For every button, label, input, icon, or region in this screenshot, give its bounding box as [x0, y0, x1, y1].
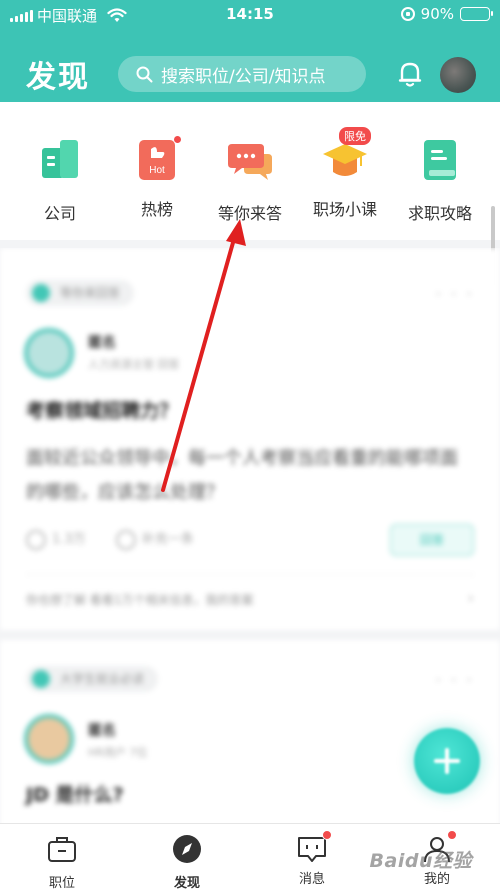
status-right: 90% [400, 5, 493, 23]
author-avatar[interactable] [24, 714, 74, 764]
app-header: 中国联通 14:15 90% 发现 搜索职位/公司/知识点 [0, 0, 500, 102]
category-answer[interactable]: 等你来答 [200, 136, 300, 224]
category-label: 热榜 [140, 200, 173, 219]
card-tag-text: 大学生就业必读 [60, 672, 145, 686]
search-icon [136, 66, 153, 82]
author-name: 匿名 [88, 335, 116, 351]
category-label: 求职攻略 [407, 204, 472, 223]
card-tag: 大学生就业必读 [26, 666, 159, 692]
status-bar: 中国联通 14:15 90% [0, 0, 500, 30]
compass-icon [173, 835, 201, 863]
graduation-cap-wrap: 限免 [321, 127, 371, 184]
author-name: 匿名 [88, 723, 116, 739]
message-icon-wrap [296, 830, 332, 864]
briefcase-icon [48, 837, 76, 862]
page-title: 发现 [26, 60, 90, 95]
tab-label: 发现 [173, 876, 200, 889]
search-placeholder: 搜索职位/公司/知识点 [161, 66, 326, 87]
unread-dot [322, 830, 332, 840]
more-options-icon[interactable]: · · · [435, 284, 474, 305]
comment-stat[interactable]: 补充一条 [115, 528, 194, 550]
answer-button[interactable]: 回答 [390, 524, 474, 556]
category-label: 职场小课 [312, 200, 377, 219]
hot-badge-text: Hot [149, 165, 165, 176]
battery-percent: 90% [420, 5, 454, 23]
chevron-right-icon: › [467, 588, 474, 607]
bell-icon[interactable] [397, 60, 423, 88]
plus-icon [434, 748, 460, 774]
comment-icon [115, 529, 136, 550]
category-job-guide[interactable]: 求职攻略 [390, 136, 490, 224]
author-avatar[interactable] [24, 328, 74, 378]
category-company[interactable]: 公司 [10, 136, 110, 224]
question-title[interactable]: 考察领域招聘力？ [26, 396, 178, 423]
comment-label: 补充一条 [141, 532, 194, 547]
notebook-icon [424, 140, 456, 180]
unread-dot [447, 830, 457, 840]
tab-messages[interactable]: 消息 [272, 830, 352, 887]
question-body[interactable]: 面较近公众领导中，每一个人考察当应看重的能哪项面的哪些，应该怎么处理？ [26, 442, 466, 510]
building-icon [42, 140, 78, 178]
tag-icon [32, 284, 50, 302]
related-hint[interactable]: 你也想了解 看看1万个相关信息，我的答案 [26, 591, 253, 608]
orientation-lock-icon [400, 7, 415, 21]
tab-discover[interactable]: 发现 [147, 834, 227, 889]
free-badge: 限免 [339, 127, 371, 145]
divider [26, 574, 474, 575]
battery-icon [460, 7, 493, 21]
watermark: Baidu经验 [369, 850, 472, 872]
tab-label: 消息 [298, 872, 325, 887]
card-tag-text: 等你来回答 [60, 286, 121, 300]
tab-jobs[interactable]: 职位 [22, 834, 102, 889]
add-post-button[interactable] [414, 728, 480, 794]
new-dot [173, 135, 182, 144]
feed-card[interactable]: 等你来回答 · · · 匿名 人力资源主管 回答 考察领域招聘力？ 面较近公众领… [0, 248, 500, 630]
category-strip: 公司 Hot 热榜 等你来答 限免 职场小课 求职攻略 [0, 102, 500, 286]
category-hot-list[interactable]: Hot 热榜 [107, 135, 207, 220]
tab-label: 职位 [48, 876, 75, 889]
author-subtitle: HR用户 7位 [88, 746, 148, 759]
like-stat[interactable]: 1.3万 [26, 528, 86, 550]
more-options-icon[interactable]: · · · [435, 670, 474, 691]
author-subtitle: 人力资源主管 回答 [88, 358, 180, 371]
hot-icon-wrap: Hot [133, 135, 182, 184]
question-title[interactable]: JD 是什么? [26, 780, 123, 807]
like-count: 1.3万 [52, 532, 86, 547]
category-workplace-course[interactable]: 限免 职场小课 [295, 127, 395, 220]
hot-icon: Hot [139, 140, 175, 180]
chat-bubble-icon [228, 144, 272, 180]
card-stats: 1.3万 补充一条 [26, 528, 194, 550]
user-avatar[interactable] [440, 57, 476, 93]
card-tag: 等你来回答 [26, 280, 135, 306]
category-label: 等你来答 [217, 204, 282, 223]
search-bar[interactable]: 搜索职位/公司/知识点 [118, 56, 366, 92]
like-icon [26, 529, 46, 550]
category-label: 公司 [43, 204, 76, 223]
tag-icon [32, 670, 50, 688]
